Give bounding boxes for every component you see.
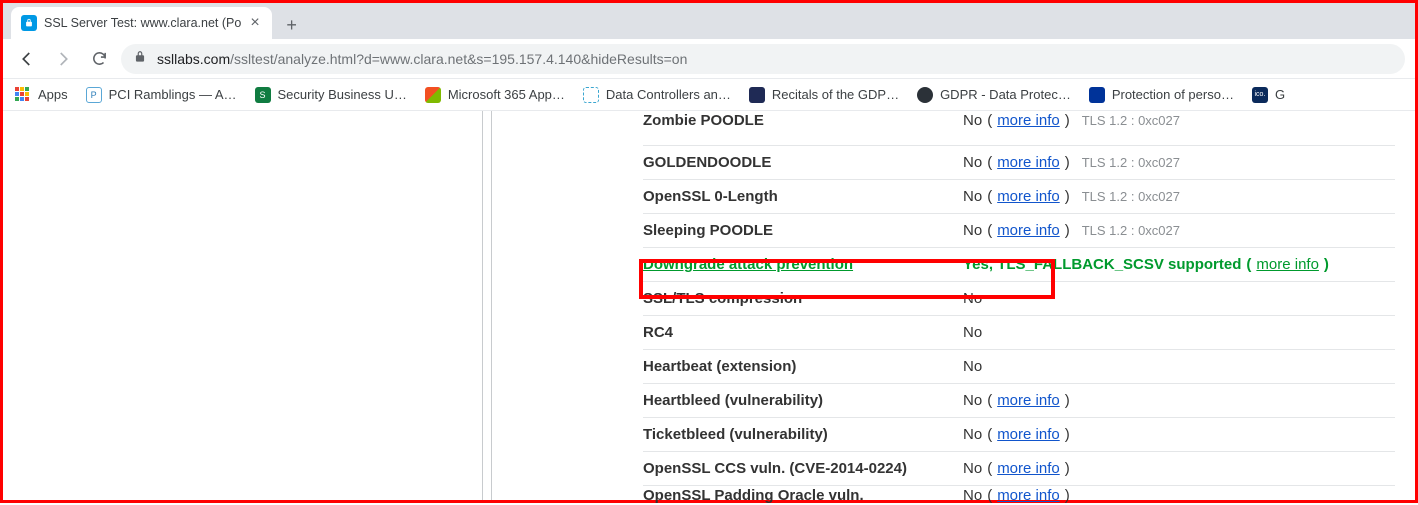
result-row: RC4No [643,315,1395,349]
bookmark-item[interactable]: Data Controllers an… [583,87,731,103]
result-value: No [963,324,982,341]
more-info-link[interactable]: more info [997,487,1060,504]
favicon-icon [749,87,765,103]
close-icon[interactable]: × [248,13,261,33]
more-info-link[interactable]: more info [997,222,1060,239]
bookmark-label: Data Controllers an… [606,87,731,102]
result-label: Ticketbleed (vulnerability) [643,426,963,443]
result-meta: TLS 1.2 : 0xc027 [1082,189,1180,204]
bookmark-label: Security Business U… [278,87,407,102]
result-row: Sleeping POODLENo (more info) TLS 1.2 : 0… [643,213,1395,247]
vertical-divider [482,111,483,500]
bookmark-item[interactable]: GDPR - Data Protec… [917,87,1071,103]
new-tab-button[interactable]: + [278,11,306,39]
result-value: No (more info) [963,392,1070,409]
result-value: No (more info) [963,188,1070,205]
bookmark-item[interactable]: ico. G [1252,87,1285,103]
results-table: Zombie POODLENo (more info)TLS 1.2 : 0xc… [643,111,1395,505]
result-label: OpenSSL CCS vuln. (CVE-2014-0224) [643,460,963,477]
url-text: ssllabs.com/ssltest/analyze.html?d=www.c… [157,51,1393,67]
result-row: OpenSSL Padding Oracle vuln.No (more inf… [643,485,1395,505]
bookmark-item[interactable]: P PCI Ramblings — A… [86,87,237,103]
browser-toolbar: ssllabs.com/ssltest/analyze.html?d=www.c… [3,39,1415,79]
lock-icon [133,50,147,67]
result-label: RC4 [643,324,963,341]
bookmark-item[interactable]: Microsoft 365 App… [425,87,565,103]
result-value: No (more info) [963,460,1070,477]
result-label: Downgrade attack prevention [643,256,963,273]
bookmark-label: GDPR - Data Protec… [940,87,1071,102]
reload-button[interactable] [85,45,113,73]
url-path: /ssltest/analyze.html?d=www.clara.net&s=… [230,51,687,67]
bookmark-label: PCI Ramblings — A… [109,87,237,102]
url-host: ssllabs.com [157,51,230,67]
result-row: Heartbeat (extension)No [643,349,1395,383]
result-label: OpenSSL Padding Oracle vuln. [643,487,963,504]
apps-label: Apps [38,87,68,102]
back-button[interactable] [13,45,41,73]
favicon-icon [1089,87,1105,103]
browser-tab-strip: SSL Server Test: www.clara.net (Po × + [3,3,1415,39]
favicon-icon [917,87,933,103]
lock-icon [21,15,37,31]
bookmark-label: Microsoft 365 App… [448,87,565,102]
result-value: No (more info) [963,154,1070,171]
result-label: Heartbleed (vulnerability) [643,392,963,409]
result-label: OpenSSL 0-Length [643,188,963,205]
bookmark-label: G [1275,87,1285,102]
favicon-icon: ico. [1252,87,1268,103]
favicon-icon [425,87,441,103]
vertical-divider [491,111,492,500]
more-info-link[interactable]: more info [997,392,1060,409]
result-row: OpenSSL 0-LengthNo (more info) TLS 1.2 : … [643,179,1395,213]
result-value: No (more info) [963,222,1070,239]
result-value: No (more info) [963,112,1070,129]
bookmark-item[interactable]: Recitals of the GDP… [749,87,899,103]
browser-tab[interactable]: SSL Server Test: www.clara.net (Po × [11,7,272,39]
more-info-link[interactable]: more info [997,154,1060,171]
bookmark-item[interactable]: Protection of perso… [1089,87,1234,103]
result-value: No (more info) [963,487,1070,504]
page-content: Zombie POODLENo (more info)TLS 1.2 : 0xc… [3,111,1415,500]
result-value: No [963,358,982,375]
result-row: Ticketbleed (vulnerability)No (more info… [643,417,1395,451]
result-label: Zombie POODLE [643,112,963,129]
result-value: No (more info) [963,426,1070,443]
result-label: GOLDENDOODLE [643,154,963,171]
result-row: GOLDENDOODLENo (more info) TLS 1.2 : 0xc0… [643,145,1395,179]
more-info-link[interactable]: more info [997,426,1060,443]
result-row: Zombie POODLENo (more info) TLS 1.2 : 0xc… [643,111,1395,145]
more-info-link[interactable]: more info [997,460,1060,477]
favicon-icon: S [255,87,271,103]
result-row: Heartbleed (vulnerability)No (more info) [643,383,1395,417]
result-label: SSL/TLS compression [643,290,963,307]
result-meta: TLS 1.2 : 0xc027 [1082,155,1180,170]
bookmarks-bar: Apps P PCI Ramblings — A… S Security Busin… [3,79,1415,111]
result-label: Heartbeat (extension) [643,358,963,375]
more-info-link[interactable]: more info [997,112,1060,129]
apps-button[interactable]: Apps [15,87,68,103]
bookmark-item[interactable]: S Security Business U… [255,87,407,103]
more-info-link[interactable]: more info [1256,256,1319,273]
result-row: OpenSSL CCS vuln. (CVE-2014-0224)No (mor… [643,451,1395,485]
bookmark-label: Protection of perso… [1112,87,1234,102]
more-info-link[interactable]: more info [997,188,1060,205]
result-row: Downgrade attack preventionYes, TLS_FALL… [643,247,1395,281]
favicon-icon [583,87,599,103]
result-row: SSL/TLS compressionNo [643,281,1395,315]
result-value: Yes, TLS_FALLBACK_SCSV supported (more i… [963,256,1329,273]
bookmark-label: Recitals of the GDP… [772,87,899,102]
apps-icon [15,87,31,103]
result-meta: TLS 1.2 : 0xc027 [1082,113,1180,128]
result-meta: TLS 1.2 : 0xc027 [1082,223,1180,238]
tab-title: SSL Server Test: www.clara.net (Po [44,16,241,30]
address-bar[interactable]: ssllabs.com/ssltest/analyze.html?d=www.c… [121,44,1405,74]
favicon-icon: P [86,87,102,103]
forward-button[interactable] [49,45,77,73]
result-value: No [963,290,982,307]
result-label: Sleeping POODLE [643,222,963,239]
